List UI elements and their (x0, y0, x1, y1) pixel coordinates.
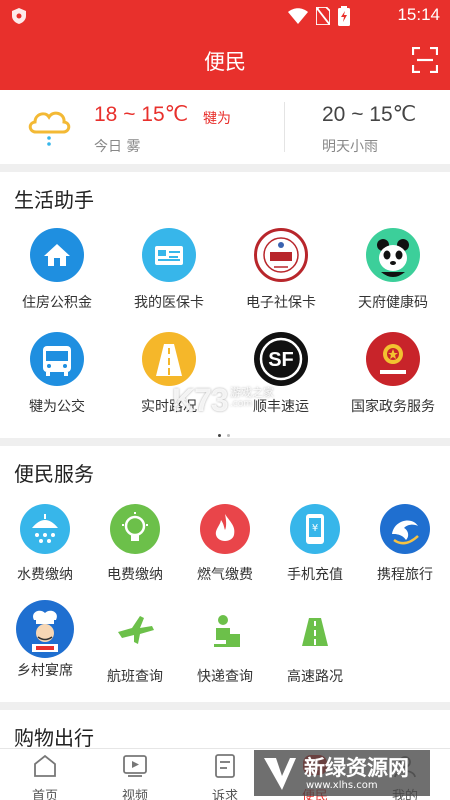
tile-label: 电费缴纳 (107, 567, 163, 583)
plane-icon (110, 606, 160, 656)
tab-label: 视频 (121, 789, 148, 800)
weather-card[interactable]: 18 ~ 15℃ 犍为 今日 雾 20 ~ 15℃ 明天小雨 (0, 90, 450, 164)
city-name: 犍为 (203, 111, 231, 127)
status-bar: 15:14 (0, 0, 450, 32)
section-title: 便民服务 (14, 462, 94, 486)
tomorrow-temperature: 20 ~ 15℃ (322, 103, 417, 126)
tile-bus[interactable]: 犍为公交 (1, 332, 113, 416)
tile-electric-fee[interactable]: 电费缴纳 (90, 504, 180, 584)
flame-icon (200, 504, 250, 554)
tile-social-security[interactable]: 电子社保卡 (225, 228, 337, 312)
tile-label: 犍为公交 (29, 399, 85, 415)
tile-gov-service[interactable]: 国家政务服务 (337, 332, 449, 416)
page-title: 便民 (204, 50, 246, 74)
tile-label: 我的医保卡 (134, 295, 204, 311)
tile-express-query[interactable]: 快递查询 (180, 606, 270, 686)
chef-icon (16, 600, 74, 658)
k73-url: .com (230, 399, 253, 409)
bulb-icon (110, 504, 160, 554)
water-icon (20, 504, 70, 554)
tile-label: 手机充值 (287, 567, 343, 583)
no-sim-icon (316, 7, 330, 25)
app-header: 便民 (0, 32, 450, 90)
xlhs-logo-icon (264, 758, 296, 790)
tile-health-code[interactable]: 天府健康码 (337, 228, 449, 312)
tomorrow-weather-label: 明天小雨 (322, 139, 378, 155)
tile-label: 国家政务服务 (351, 399, 435, 415)
home-icon (34, 754, 56, 777)
medical-card-icon (142, 228, 196, 282)
page-dot (227, 434, 230, 437)
tile-flight-query[interactable]: 航班查询 (90, 606, 180, 686)
bus-icon (30, 332, 84, 386)
dolphin-icon (380, 504, 430, 554)
xlhs-title: 新绿资源网 (304, 756, 409, 780)
video-icon (123, 755, 147, 777)
svg-text:SF: SF (268, 349, 294, 371)
tile-water-fee[interactable]: 水费缴纳 (0, 504, 90, 584)
appeal-icon (215, 754, 235, 778)
highway-icon (290, 606, 340, 656)
tab-video[interactable]: 视频 (90, 753, 180, 800)
tile-village-banquet[interactable]: 乡村宴席 (0, 600, 90, 680)
panda-icon (366, 228, 420, 282)
tile-phone-recharge[interactable]: ¥ 手机充值 (270, 504, 360, 584)
tab-label: 首页 (31, 789, 58, 800)
tile-label: 电子社保卡 (246, 295, 316, 311)
tile-housing-fund[interactable]: 住房公积金 (1, 228, 113, 312)
page-indicator (218, 422, 236, 441)
road-icon (142, 332, 196, 386)
section-title: 生活助手 (14, 188, 94, 212)
sf-express-icon: SF (254, 332, 308, 386)
xlhs-watermark: 新绿资源网 www.xlhs.com (254, 750, 430, 796)
shopping-section: 购物出行 (0, 710, 450, 750)
tile-highway-traffic[interactable]: 高速路况 (270, 606, 360, 686)
today-temperature: 18 ~ 15℃ (94, 103, 189, 126)
tile-label: 燃气缴费 (197, 567, 253, 583)
scan-icon[interactable] (412, 47, 438, 73)
today-weather-label: 今日 雾 (94, 139, 141, 155)
social-security-icon (254, 228, 308, 282)
tile-label: 快递查询 (197, 669, 253, 685)
clock: 15:14 (397, 5, 440, 24)
section-title: 购物出行 (14, 726, 94, 750)
tile-label: 航班查询 (107, 669, 163, 685)
k73-watermark: K73 游戏之家 .com (172, 382, 274, 419)
tile-label: 水费缴纳 (17, 567, 73, 583)
tile-label: 住房公积金 (22, 295, 92, 311)
fog-cloud-icon (28, 111, 71, 146)
courier-icon (200, 606, 250, 656)
k73-logo: K73 (172, 382, 229, 418)
tile-ctrip[interactable]: 携程旅行 (360, 504, 450, 584)
tile-label: 乡村宴席 (17, 663, 73, 679)
svg-text:¥: ¥ (312, 523, 318, 534)
wifi-icon (288, 8, 308, 24)
weather-divider (284, 102, 285, 152)
house-icon (30, 228, 84, 282)
tile-label: 高速路况 (287, 669, 343, 685)
shield-icon (12, 8, 26, 24)
phone-recharge-icon: ¥ (290, 504, 340, 554)
k73-text: 游戏之家 (230, 386, 274, 399)
tile-medical-card[interactable]: 我的医保卡 (113, 228, 225, 312)
page-dot-active (218, 434, 221, 437)
national-emblem-icon (366, 332, 420, 386)
tile-label: 携程旅行 (377, 567, 433, 583)
tab-home[interactable]: 首页 (0, 753, 90, 800)
convenience-section: 便民服务 水费缴纳 电费缴纳 燃气缴费 ¥ 手机充值 携程旅行 乡村宴席 航班查… (0, 446, 450, 702)
tile-label: 天府健康码 (358, 295, 428, 311)
tile-gas-fee[interactable]: 燃气缴费 (180, 504, 270, 584)
battery-icon (338, 6, 350, 26)
xlhs-url: www.xlhs.com (306, 780, 378, 791)
